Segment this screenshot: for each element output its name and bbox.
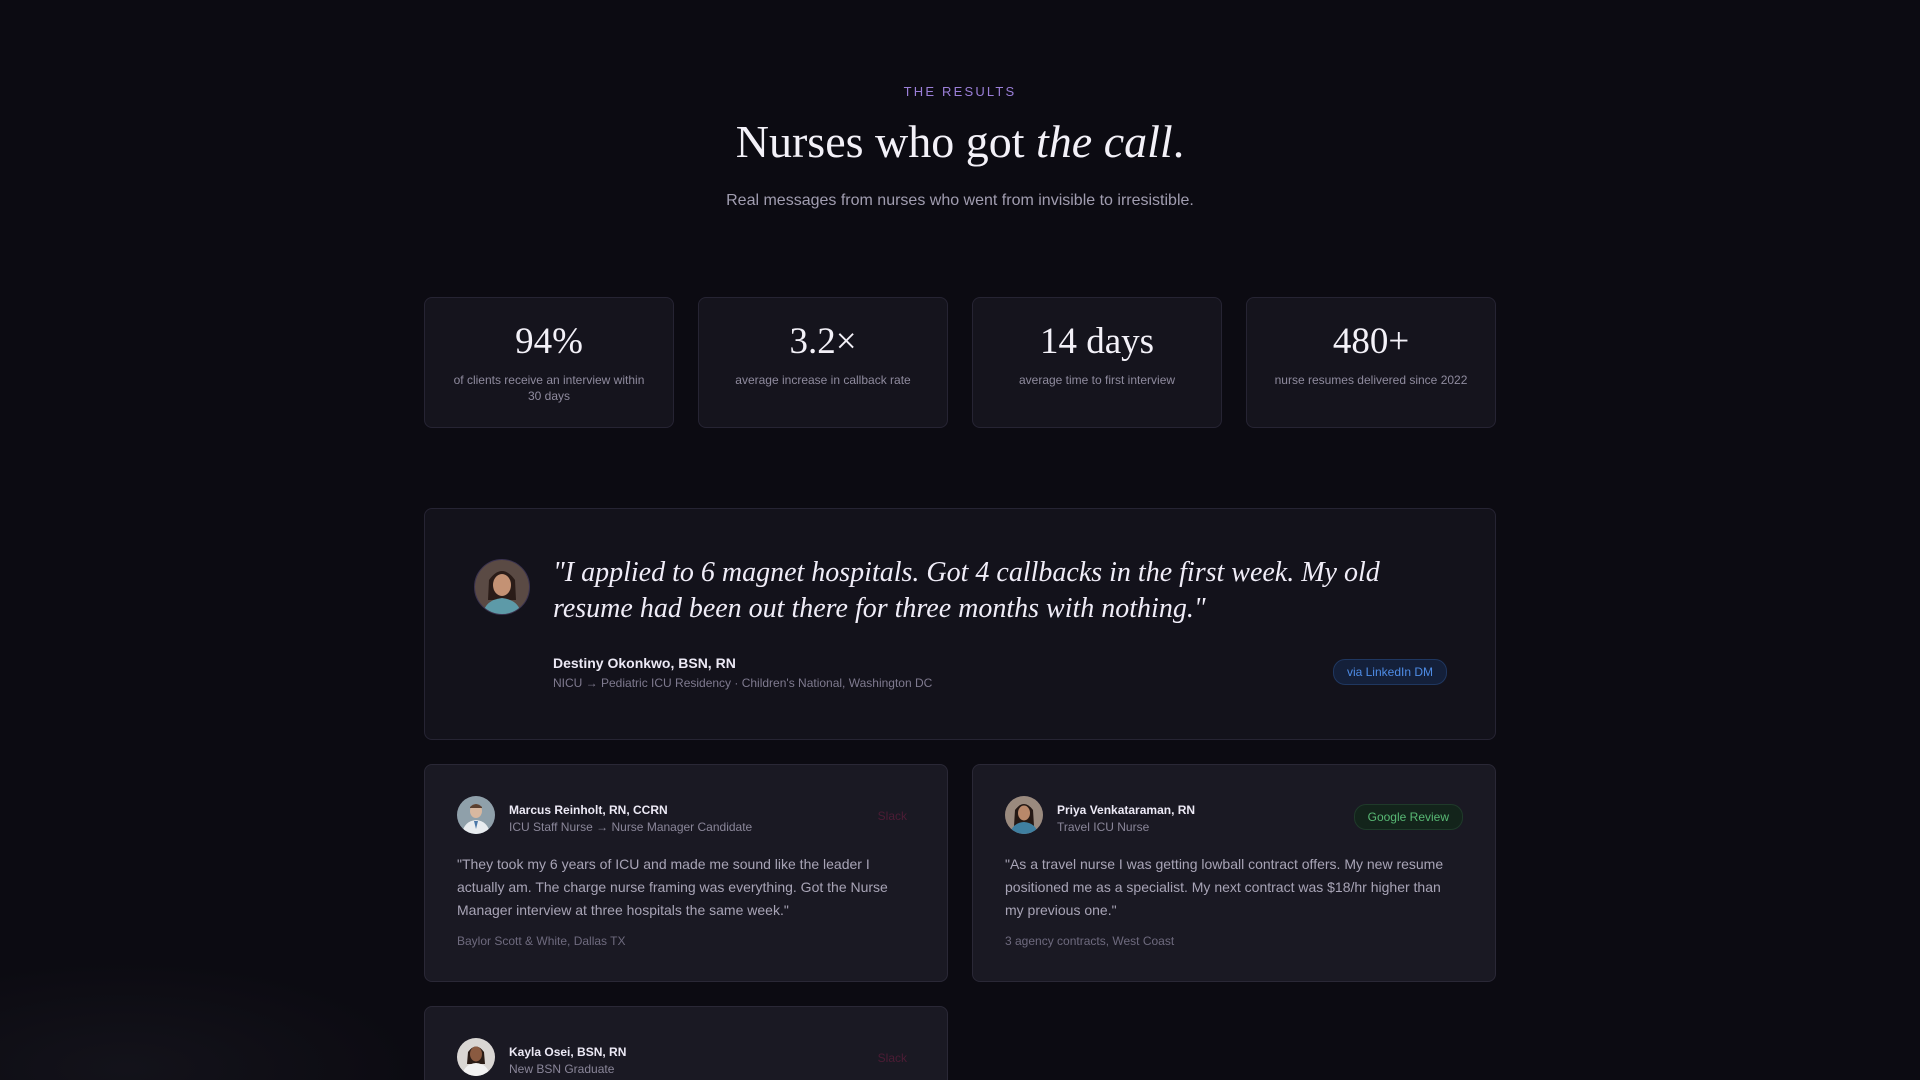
- title-emphasis: the call: [1036, 116, 1173, 167]
- card-location: 3 agency contracts, West Coast: [1005, 934, 1175, 948]
- stat-value: 94%: [515, 321, 583, 362]
- testimonial-meta: NICU → Pediatric ICU Residency · Childre…: [553, 676, 933, 690]
- testimonial-card: Priya Venkataraman, RN Travel ICU Nurse …: [972, 764, 1496, 982]
- title-main: Nurses who got: [735, 116, 1037, 167]
- source-badge: Google Review: [1353, 804, 1463, 830]
- card-quote: "They took my 6 years of ICU and made me…: [457, 856, 888, 918]
- card-author: Kayla Osei, BSN, RN: [509, 1045, 627, 1059]
- testimonial-quote: "I applied to 6 magnet hospitals. Got 4 …: [553, 557, 1380, 624]
- stat-card-interview-rate: 94% of clients receive an interview with…: [424, 297, 674, 428]
- testimonial-author: Destiny Okonkwo, BSN, RN: [553, 655, 736, 671]
- person-icon: [1005, 796, 1043, 834]
- stat-card-time-to-interview: 14 days average time to first interview: [972, 297, 1222, 428]
- section-title: Nurses who got the call.: [0, 112, 1920, 172]
- stat-value: 14 days: [1039, 321, 1155, 362]
- background-glow: [0, 960, 420, 1080]
- stat-value: 480+: [1332, 321, 1410, 362]
- stat-label: of clients receive an interview within 3…: [453, 373, 645, 403]
- card-quote: "As a travel nurse I was getting lowball…: [1005, 856, 1444, 918]
- stat-label: average increase in callback rate: [735, 373, 911, 387]
- stat-value: 3.2×: [789, 321, 857, 362]
- testimonial-card: Marcus Reinholt, RN, CCRN ICU Staff Nurs…: [424, 764, 948, 982]
- card-author: Marcus Reinholt, RN, CCRN: [509, 803, 668, 817]
- source-badge: Slack: [877, 809, 907, 823]
- card-role: ICU Staff Nurse → Nurse Manager Candidat…: [509, 820, 753, 834]
- person-icon: [475, 560, 529, 614]
- avatar: [457, 796, 495, 834]
- source-badge: Slack: [877, 1051, 907, 1065]
- title-end: .: [1172, 116, 1185, 167]
- person-icon: [457, 1038, 495, 1076]
- stats-row: 94% of clients receive an interview with…: [424, 297, 1496, 428]
- card-role: Travel ICU Nurse: [1057, 820, 1150, 834]
- stat-label: average time to first interview: [1018, 373, 1176, 387]
- avatar: [474, 559, 530, 615]
- stat-label: nurse resumes delivered since 2022: [1274, 373, 1468, 387]
- card-role: New BSN Graduate: [509, 1062, 615, 1076]
- source-badge: via LinkedIn DM: [1332, 659, 1447, 685]
- card-author: Priya Venkataraman, RN: [1057, 803, 1196, 817]
- testimonial-card: Kayla Osei, BSN, RN New BSN Graduate Sla…: [424, 1006, 948, 1080]
- section-eyebrow: THE RESULTS: [903, 84, 1017, 99]
- stat-card-callback-increase: 3.2× average increase in callback rate: [698, 297, 948, 428]
- section-subtitle: Real messages from nurses who went from …: [726, 192, 1194, 209]
- results-section: THE RESULTS Nurses who got the call. Rea…: [0, 0, 1920, 1080]
- person-icon: [457, 796, 495, 834]
- featured-testimonial: "I applied to 6 magnet hospitals. Got 4 …: [424, 508, 1496, 740]
- stat-card-resumes-delivered: 480+ nurse resumes delivered since 2022: [1246, 297, 1496, 428]
- card-location: Baylor Scott & White, Dallas TX: [457, 934, 626, 948]
- avatar: [1005, 796, 1043, 834]
- avatar: [457, 1038, 495, 1076]
